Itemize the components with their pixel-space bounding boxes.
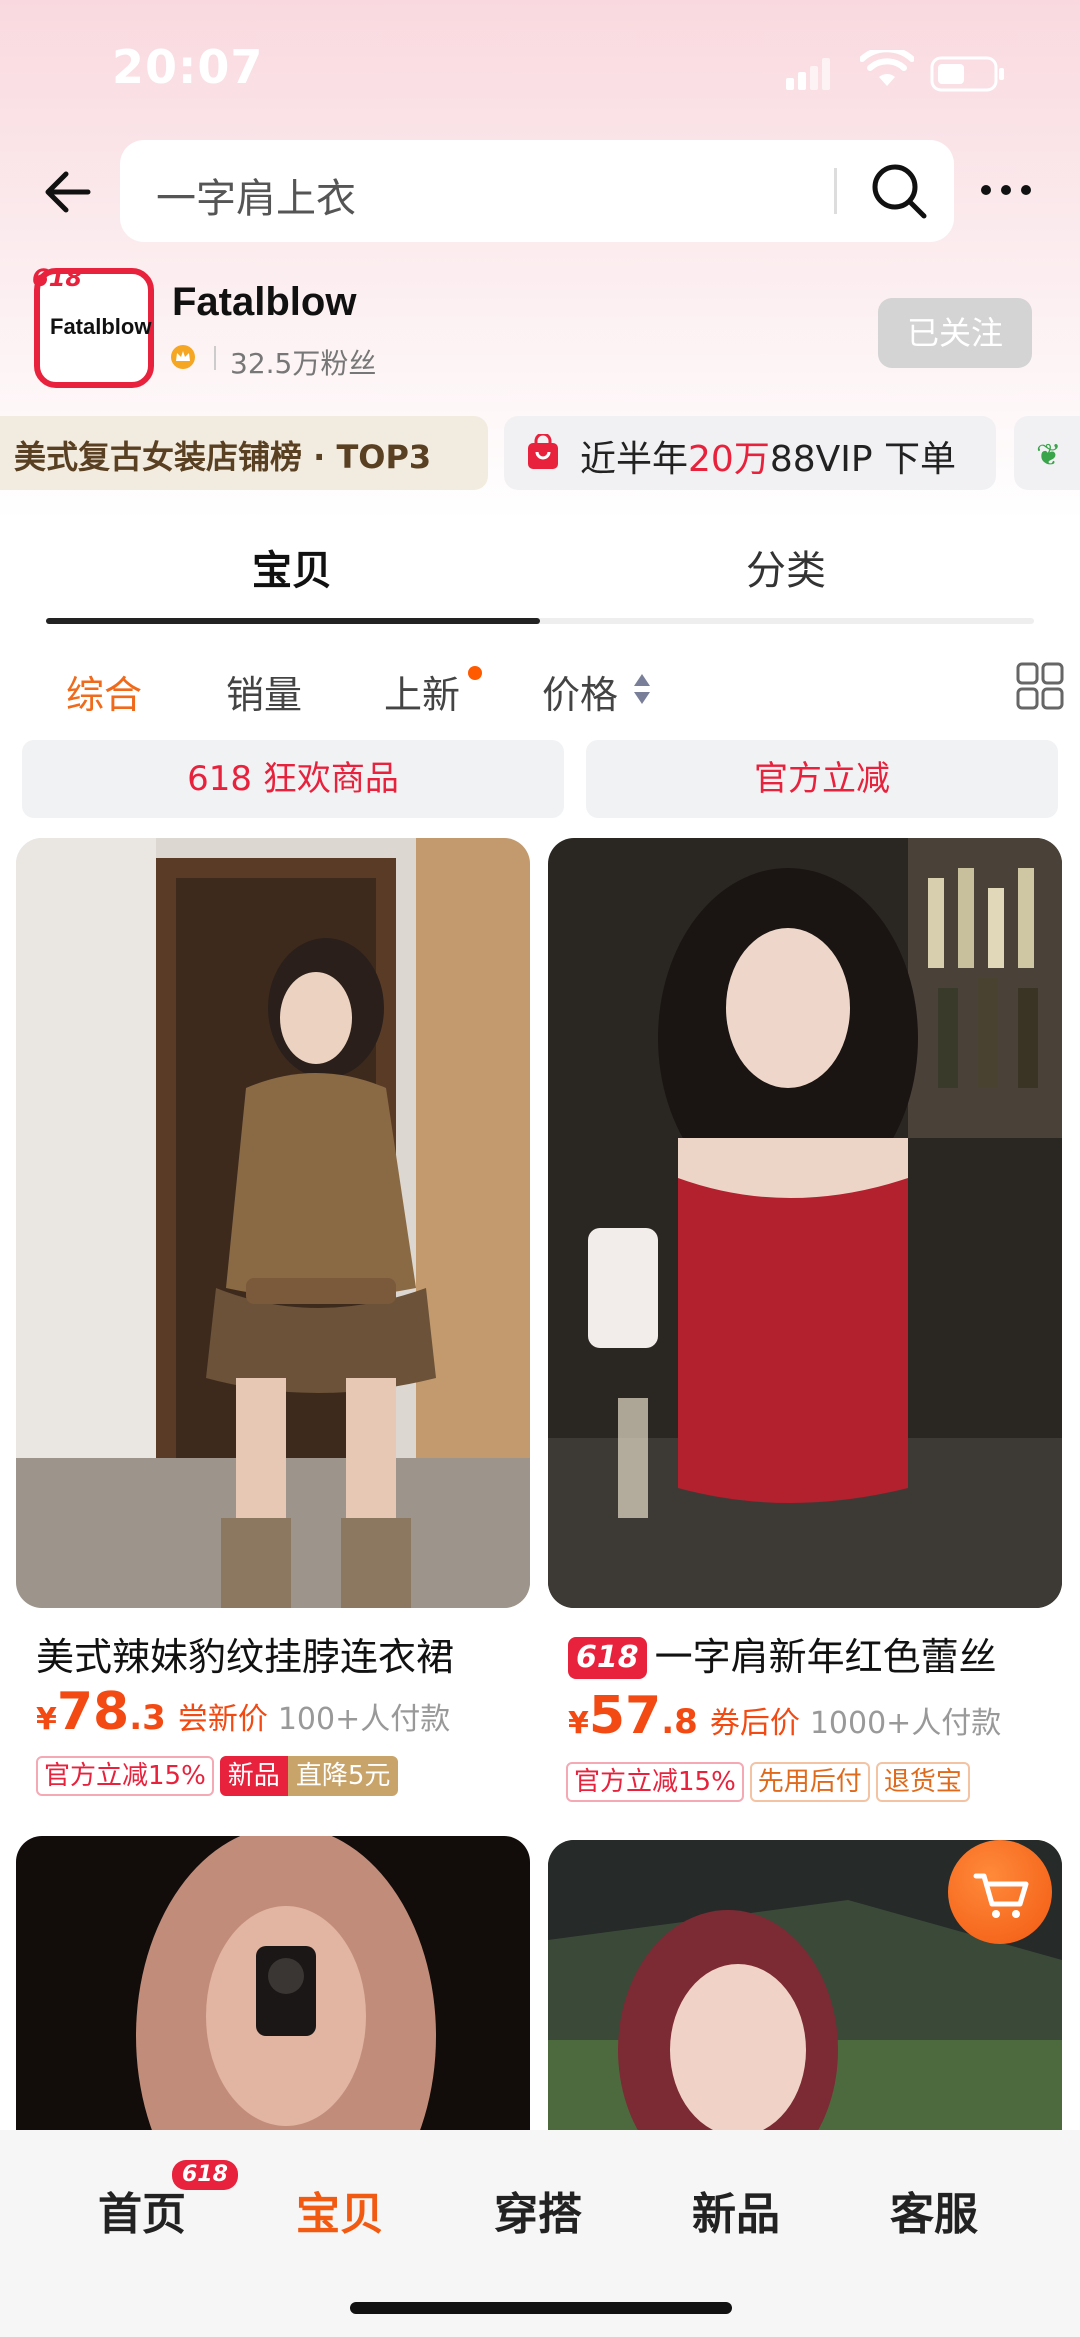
sort-comprehensive[interactable]: 综合 — [66, 664, 142, 719]
filter-official-discount[interactable]: 官方立减 — [586, 740, 1058, 818]
vip-stat-pill[interactable]: 近半年20万88VIP 下单 — [504, 416, 996, 490]
vip-stat-suffix: 88VIP 下单 — [769, 439, 957, 480]
red-lace-top-photo — [548, 838, 1062, 1608]
crown-icon — [171, 345, 195, 369]
cart-button[interactable] — [948, 1840, 1052, 1944]
fans-count: 32.5万粉丝 — [230, 347, 377, 380]
price-decimal: .8 — [661, 1702, 698, 1742]
logo-text: Fatalblow — [50, 314, 152, 339]
price-currency: ¥ — [36, 1702, 57, 1737]
shop-logo[interactable]: 618 Fatalblow — [32, 264, 154, 388]
chip-official-discount: 官方立减15% — [566, 1762, 744, 1802]
sort-newest[interactable]: 上新 — [384, 664, 460, 719]
status-time: 20:07 — [112, 40, 264, 94]
fans-divider — [214, 346, 216, 370]
vip-stat-prefix: 近半年 — [580, 439, 689, 480]
sort-sales[interactable]: 销量 — [226, 664, 302, 719]
wifi-icon — [860, 50, 914, 86]
sold-count: 1000+人付款 — [809, 1706, 1002, 1741]
search-divider — [834, 168, 837, 214]
search-input[interactable]: 一字肩上衣 — [156, 166, 356, 224]
product-title-2[interactable]: 618 一字肩新年红色蕾丝 — [568, 1626, 1058, 1681]
product-image-2[interactable] — [548, 838, 1062, 1608]
product-chips-1: 官方立减15% 新品 直降5元 — [36, 1756, 404, 1796]
vip-stat-highlight: 20万 — [688, 439, 770, 480]
price-decimal: .3 — [129, 1698, 166, 1738]
product-price-1: ¥78.3 尝新价 100+人付款 — [36, 1682, 450, 1742]
rank-pill[interactable]: 美式复古女装店铺榜 · TOP3 — [0, 416, 488, 490]
product-image-1[interactable] — [16, 838, 530, 1608]
search-icon[interactable] — [868, 160, 930, 222]
more-options-icon[interactable] — [976, 170, 1036, 210]
chip-new: 新品 — [219, 1756, 288, 1796]
tab-products[interactable]: 宝贝 — [212, 538, 372, 596]
battery-icon — [930, 56, 1004, 92]
tab-categories[interactable]: 分类 — [706, 538, 866, 596]
follow-button[interactable]: 已关注 — [878, 298, 1032, 368]
leopard-dress-photo — [16, 838, 530, 1608]
nav-customer-service[interactable]: 客服 — [864, 2178, 1004, 2242]
product-price-2: ¥57.8 券后价 1000+人付款 — [568, 1686, 1001, 1746]
back-arrow-icon[interactable] — [36, 160, 100, 224]
nav-products[interactable]: 宝贝 — [270, 2178, 410, 2242]
home-indicator — [350, 2302, 732, 2314]
filter-618-sale[interactable]: 618 狂欢商品 — [22, 740, 564, 818]
nav-outfits[interactable]: 穿搭 — [468, 2178, 608, 2242]
chip-official-discount: 官方立减15% — [36, 1756, 214, 1796]
product-chips-2: 官方立减15% 先用后付 退货宝 — [566, 1762, 976, 1802]
nav-new-arrivals[interactable]: 新品 — [666, 2178, 806, 2242]
rank-text: 美式复古女装店铺榜 · TOP3 — [14, 438, 432, 476]
product-title-1[interactable]: 美式辣妹豹纹挂脖连衣裙 — [36, 1626, 526, 1681]
search-bar[interactable]: 一字肩上衣 — [120, 140, 954, 242]
cellular-signal-icon — [786, 58, 830, 90]
price-currency: ¥ — [568, 1706, 589, 1741]
vip-stat-text: 近半年20万88VIP 下单 — [580, 430, 956, 482]
chip-pay-later: 先用后付 — [749, 1762, 870, 1802]
shop-name[interactable]: Fatalblow — [172, 280, 356, 325]
price-tag: 尝新价 — [177, 1702, 268, 1737]
shopping-bag-icon — [528, 434, 558, 469]
sort-arrows-icon[interactable] — [632, 672, 652, 706]
logo-618-badge: 618 — [32, 264, 83, 292]
price-integer: 78 — [56, 1682, 130, 1742]
cart-icon — [973, 1873, 1029, 1918]
sold-count: 100+人付款 — [277, 1702, 451, 1737]
grid-view-icon[interactable] — [1016, 662, 1064, 710]
more-pill[interactable]: ❦ — [1014, 416, 1080, 490]
leaf-icon: ❦ — [1036, 438, 1062, 473]
chip-return-insurance: 退货宝 — [875, 1762, 970, 1802]
sort-price[interactable]: 价格 — [542, 664, 618, 719]
home-618-badge: 618 — [172, 2160, 238, 2190]
tab-indicator — [46, 618, 540, 624]
new-dot-indicator — [468, 666, 482, 680]
chip-price-drop: 直降5元 — [287, 1756, 399, 1796]
product-title-text-2: 一字肩新年红色蕾丝 — [654, 1635, 997, 1679]
price-integer: 57 — [588, 1686, 662, 1746]
price-tag: 券后价 — [709, 1706, 800, 1741]
618-badge: 618 — [568, 1637, 647, 1679]
